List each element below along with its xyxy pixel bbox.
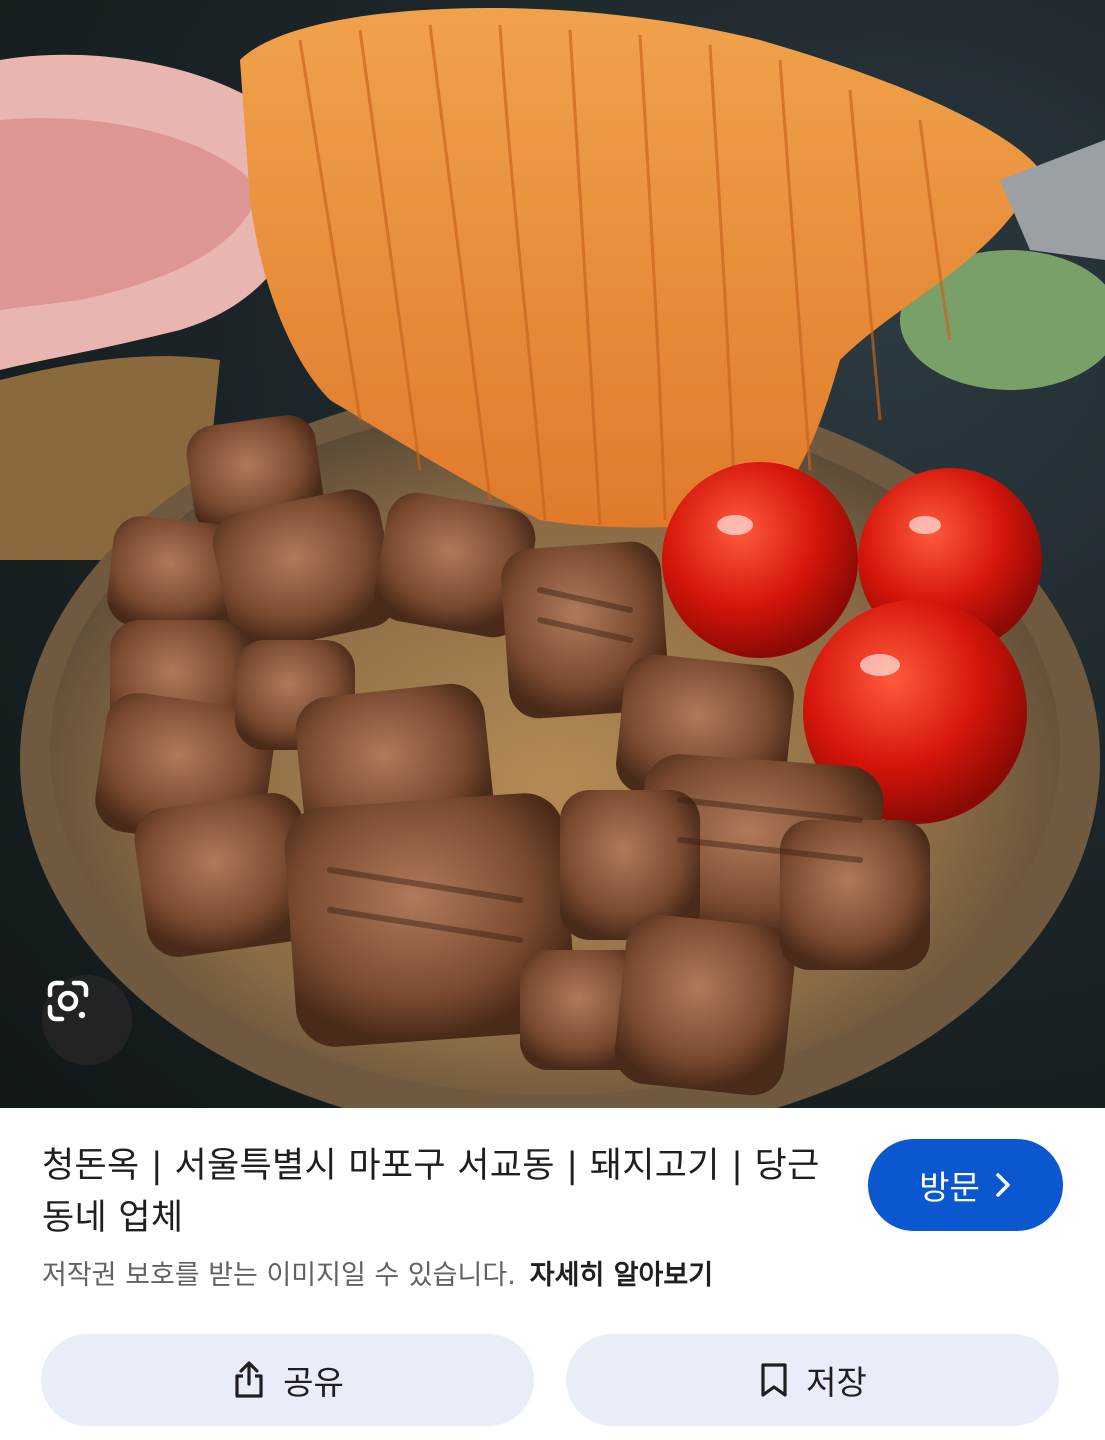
bookmark-icon xyxy=(758,1361,790,1399)
image-detail-page: 청돈옥 | 서울특별시 마포구 서교동 | 돼지고기 | 당근 동네 업체 방문… xyxy=(0,0,1105,1440)
learn-more-link[interactable]: 자세히 알아보기 xyxy=(530,1260,713,1291)
copyright-notice-row: 저작권 보호를 받는 이미지일 수 있습니다. 자세히 알아보기 xyxy=(42,1253,713,1292)
visit-label: 방문 xyxy=(919,1168,980,1207)
share-button[interactable]: 공유 xyxy=(41,1334,534,1426)
food-photo[interactable] xyxy=(0,0,1105,1108)
result-info-panel: 청돈옥 | 서울특별시 마포구 서교동 | 돼지고기 | 당근 동네 업체 방문… xyxy=(0,1108,1105,1440)
result-title[interactable]: 청돈옥 | 서울특별시 마포구 서교동 | 돼지고기 | 당근 동네 업체 xyxy=(42,1140,832,1244)
visit-button[interactable]: 방문 xyxy=(868,1139,1063,1231)
save-button[interactable]: 저장 xyxy=(566,1334,1059,1426)
save-label: 저장 xyxy=(806,1363,867,1402)
google-lens-camera-icon xyxy=(47,980,89,1022)
share-icon xyxy=(231,1360,267,1400)
food-photo-illustration xyxy=(0,7,1105,1108)
copyright-notice: 저작권 보호를 받는 이미지일 수 있습니다. xyxy=(42,1260,516,1291)
chevron-right-icon xyxy=(994,1172,1012,1198)
google-lens-button[interactable] xyxy=(42,975,132,1065)
share-label: 공유 xyxy=(283,1363,344,1402)
